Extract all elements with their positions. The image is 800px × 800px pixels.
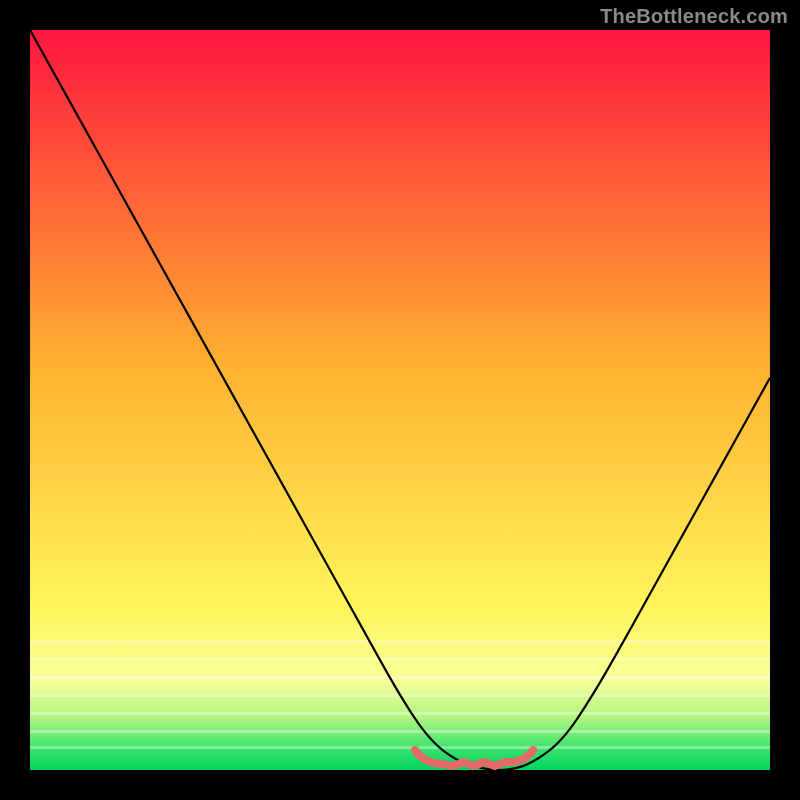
watermark-text: TheBottleneck.com: [600, 6, 788, 29]
plot-area: [30, 30, 770, 770]
outer-frame: TheBottleneck.com: [0, 0, 800, 800]
chart-svg: [30, 30, 770, 770]
